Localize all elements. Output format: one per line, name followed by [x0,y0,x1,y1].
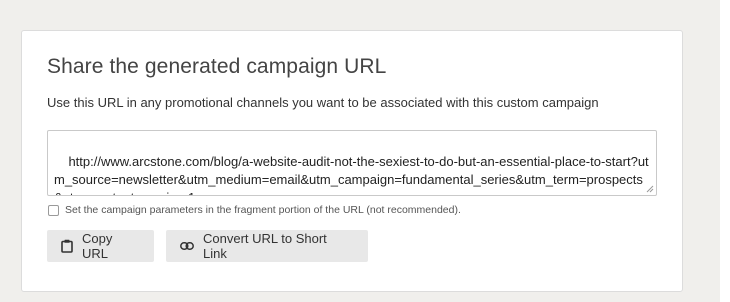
copy-url-label: Copy URL [82,231,113,261]
convert-short-link-button[interactable]: Convert URL to Short Link [166,230,368,262]
fragment-checkbox-label[interactable]: Set the campaign parameters in the fragm… [65,204,461,216]
panel-title: Share the generated campaign URL [47,55,387,78]
generated-url-textarea[interactable]: http://www.arcstone.com/blog/a-website-a… [47,130,657,196]
share-url-panel: Share the generated campaign URL Use thi… [21,30,683,292]
link-icon [180,241,194,251]
clipboard-icon [61,239,73,253]
fragment-checkbox-row[interactable]: Set the campaign parameters in the fragm… [48,204,461,216]
resize-handle-icon[interactable] [646,185,654,193]
convert-short-link-label: Convert URL to Short Link [203,231,327,261]
copy-url-button[interactable]: Copy URL [47,230,154,262]
page-edge [720,0,730,302]
generated-url-text[interactable]: http://www.arcstone.com/blog/a-website-a… [54,154,649,195]
fragment-checkbox[interactable] [48,204,59,216]
panel-description: Use this URL in any promotional channels… [47,95,599,110]
